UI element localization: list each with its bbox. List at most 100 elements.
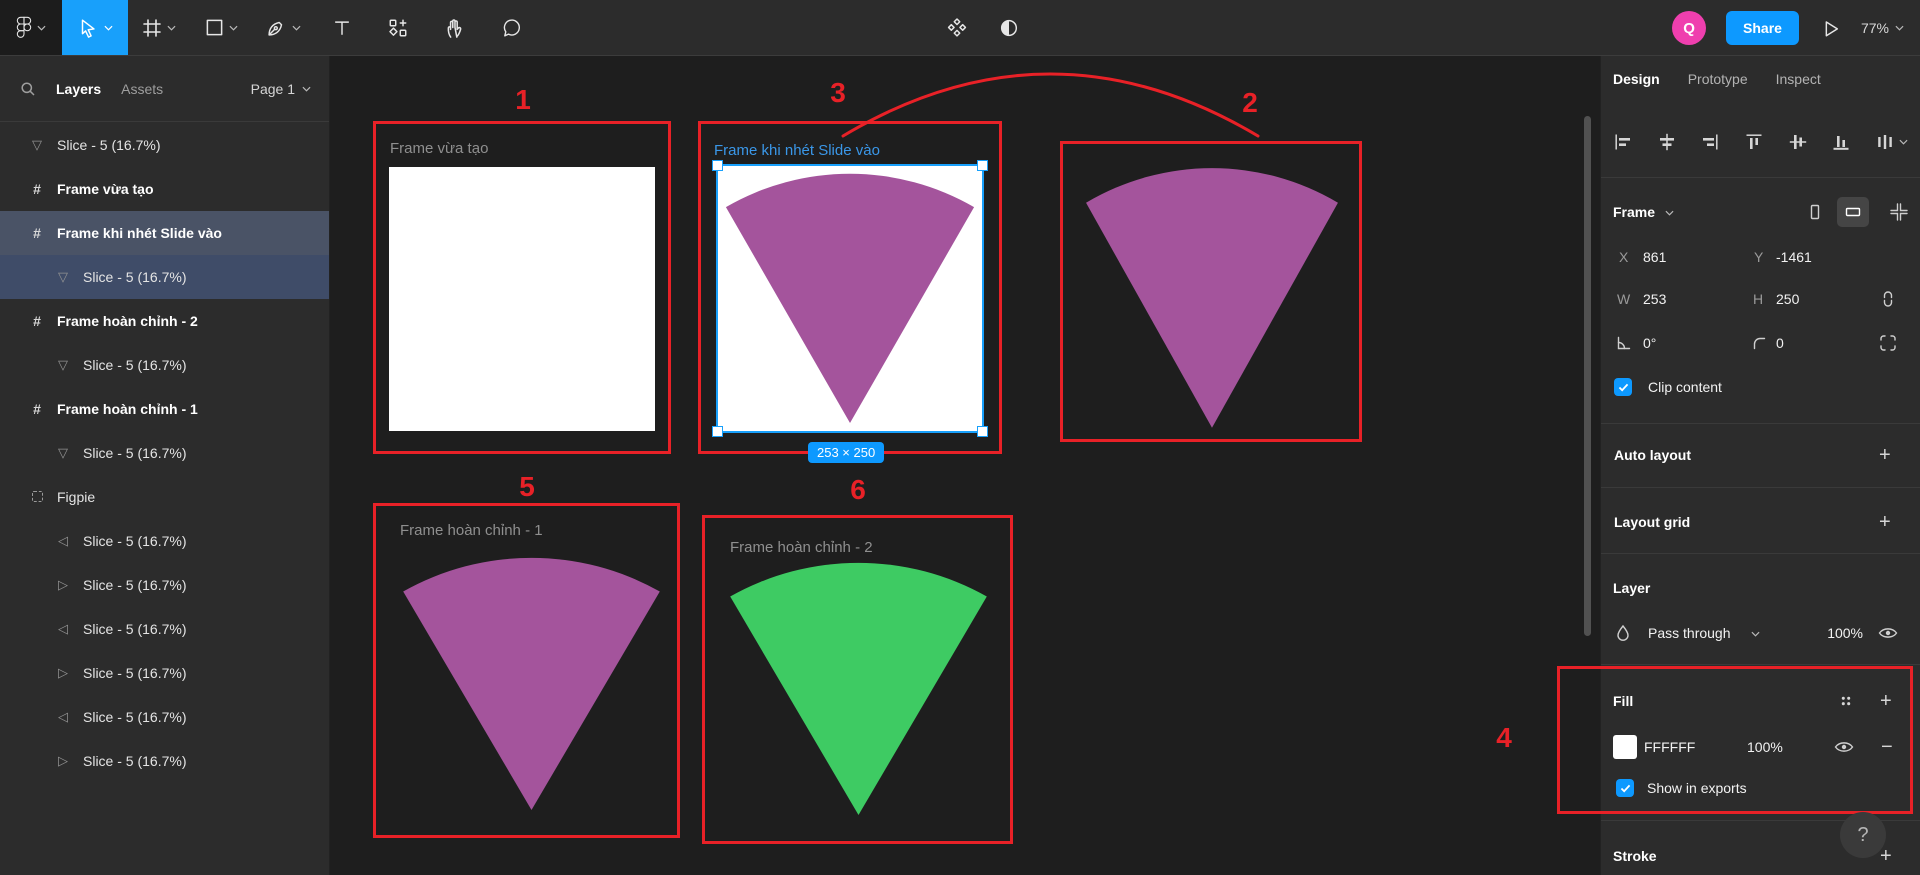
frame-tool-button[interactable]	[128, 0, 190, 55]
chevron-down-icon[interactable]	[229, 25, 238, 31]
eye-icon[interactable]	[1833, 737, 1855, 757]
text-tool-button[interactable]	[314, 0, 370, 55]
layer-row-5[interactable]: ▽Slice - 5 (16.7%)	[0, 343, 329, 387]
selection-handle-nw[interactable]	[712, 160, 723, 171]
pie-slice-purple[interactable]	[718, 166, 982, 431]
resources-tool-button[interactable]	[370, 0, 426, 55]
layer-row-0[interactable]: ▽Slice - 5 (16.7%)	[0, 123, 329, 167]
create-component-icon[interactable]	[946, 17, 968, 39]
width-input[interactable]: 253	[1643, 284, 1666, 314]
layer-row-13[interactable]: ◁ Slice - 5 (16.7%)	[0, 695, 329, 739]
layer-opacity-input[interactable]: 100%	[1809, 618, 1863, 648]
frame-label[interactable]: Frame hoàn chỉnh - 2	[730, 539, 873, 556]
hand-tool-button[interactable]	[426, 0, 482, 55]
shrink-to-fit-icon[interactable]	[1889, 202, 1909, 222]
wedge-left-icon: ◁	[52, 709, 74, 725]
layer-row-7[interactable]: ▽Slice - 5 (16.7%)	[0, 431, 329, 475]
tab-assets[interactable]: Assets	[121, 81, 163, 97]
layer-row-2[interactable]: #Frame khi nhét Slide vào	[0, 211, 329, 255]
selection-handle-se[interactable]	[977, 426, 988, 437]
layers-panel-header: Layers Assets Page 1	[0, 56, 329, 122]
corner-radius-input[interactable]: 0	[1776, 328, 1784, 358]
chevron-down-icon[interactable]	[292, 25, 301, 31]
layer-row-4[interactable]: #Frame hoàn chỉnh - 2	[0, 299, 329, 343]
layer-name: Slice - 5 (16.7%)	[83, 709, 186, 725]
page-selector[interactable]: Page 1	[251, 81, 311, 97]
zoom-menu[interactable]: 77%	[1861, 20, 1904, 36]
add-fill-button[interactable]: +	[1880, 685, 1892, 717]
chevron-down-icon[interactable]	[167, 25, 176, 31]
frame-label[interactable]: Frame vừa tạo	[390, 140, 488, 157]
help-button[interactable]: ?	[1840, 812, 1886, 858]
show-in-exports-checkbox[interactable]	[1616, 779, 1634, 797]
align-left-icon[interactable]	[1613, 132, 1633, 152]
independent-corners-icon[interactable]	[1878, 333, 1898, 353]
y-input[interactable]: -1461	[1776, 242, 1812, 272]
fill-color-swatch[interactable]	[1613, 735, 1637, 759]
frame-vua-tao[interactable]	[389, 167, 655, 431]
shape-tool-button[interactable]	[190, 0, 252, 55]
canvas[interactable]: Frame vừa tạo Frame khi nhét Slide vào 2…	[330, 56, 1600, 875]
chevron-down-icon	[302, 86, 311, 92]
tab-design[interactable]: Design	[1613, 71, 1660, 87]
distribute-menu[interactable]	[1875, 132, 1908, 152]
add-auto-layout-button[interactable]: +	[1879, 440, 1891, 470]
blend-mode-dropdown[interactable]: Pass through	[1648, 618, 1731, 648]
fill-opacity-input[interactable]: 100%	[1747, 730, 1783, 764]
layer-row-14[interactable]: ▷Slice - 5 (16.7%)	[0, 739, 329, 783]
add-layout-grid-button[interactable]: +	[1879, 507, 1891, 537]
search-icon[interactable]	[20, 81, 36, 97]
portrait-orientation-button[interactable]	[1799, 197, 1831, 227]
main-menu-button[interactable]	[0, 0, 62, 55]
frame-type-dropdown[interactable]: Frame	[1613, 195, 1655, 229]
align-top-icon[interactable]	[1744, 132, 1764, 152]
align-horizontal-center-icon[interactable]	[1657, 132, 1677, 152]
canvas-scrollbar[interactable]	[1584, 116, 1591, 636]
clip-content-checkbox[interactable]	[1614, 378, 1632, 396]
tab-inspect[interactable]: Inspect	[1776, 71, 1821, 87]
remove-fill-button[interactable]: −	[1881, 730, 1893, 764]
layer-row-11[interactable]: ◁Slice - 5 (16.7%)	[0, 607, 329, 651]
align-bottom-icon[interactable]	[1831, 132, 1851, 152]
align-vertical-center-icon[interactable]	[1788, 132, 1808, 152]
check-icon	[1620, 784, 1631, 793]
tab-layers[interactable]: Layers	[56, 81, 101, 97]
x-input[interactable]: 861	[1643, 242, 1666, 272]
move-tool-button[interactable]	[62, 0, 128, 55]
constrain-proportions-icon[interactable]	[1878, 288, 1898, 310]
pie-slice-green[interactable]	[722, 555, 995, 823]
page-name: Page 1	[251, 81, 295, 97]
pie-slice-purple[interactable]	[1078, 160, 1346, 436]
chevron-down-icon[interactable]	[104, 25, 113, 31]
present-icon[interactable]	[1819, 17, 1841, 39]
frame-label[interactable]: Frame hoàn chỉnh - 1	[400, 522, 543, 539]
avatar[interactable]: Q	[1672, 11, 1706, 45]
height-input[interactable]: 250	[1776, 284, 1799, 314]
rotation-input[interactable]: 0°	[1643, 328, 1656, 358]
eye-icon[interactable]	[1877, 623, 1899, 643]
selection-handle-ne[interactable]	[977, 160, 988, 171]
pen-tool-button[interactable]	[252, 0, 314, 55]
fill-hex-input[interactable]: FFFFFF	[1644, 730, 1695, 764]
layer-row-8[interactable]: Figpie	[0, 475, 329, 519]
layer-row-9[interactable]: ◁Slice - 5 (16.7%)	[0, 519, 329, 563]
tab-prototype[interactable]: Prototype	[1688, 71, 1748, 87]
layer-row-12[interactable]: ▷Slice - 5 (16.7%)	[0, 651, 329, 695]
align-right-icon[interactable]	[1700, 132, 1720, 152]
toolbar-right: Q Share 77%	[1672, 0, 1904, 56]
frame-label-selected[interactable]: Frame khi nhét Slide vào	[714, 142, 880, 159]
layer-row-10[interactable]: ▷Slice - 5 (16.7%)	[0, 563, 329, 607]
selection-handle-sw[interactable]	[712, 426, 723, 437]
fill-styles-icon[interactable]	[1837, 692, 1855, 710]
use-as-mask-icon[interactable]	[998, 17, 1020, 39]
pie-slice-purple[interactable]	[395, 550, 668, 818]
layer-row-3[interactable]: ▽Slice - 5 (16.7%)	[0, 255, 329, 299]
layer-row-6[interactable]: #Frame hoàn chỉnh - 1	[0, 387, 329, 431]
blend-mode-icon[interactable]	[1613, 623, 1633, 643]
wedge-right-icon: ▷	[52, 577, 74, 593]
layer-row-1[interactable]: #Frame vừa tạo	[0, 167, 329, 211]
share-button[interactable]: Share	[1726, 11, 1799, 45]
comment-tool-button[interactable]	[482, 0, 538, 55]
frame-khi-nhet-slide-vao[interactable]	[718, 166, 982, 431]
landscape-orientation-button[interactable]	[1837, 197, 1869, 227]
